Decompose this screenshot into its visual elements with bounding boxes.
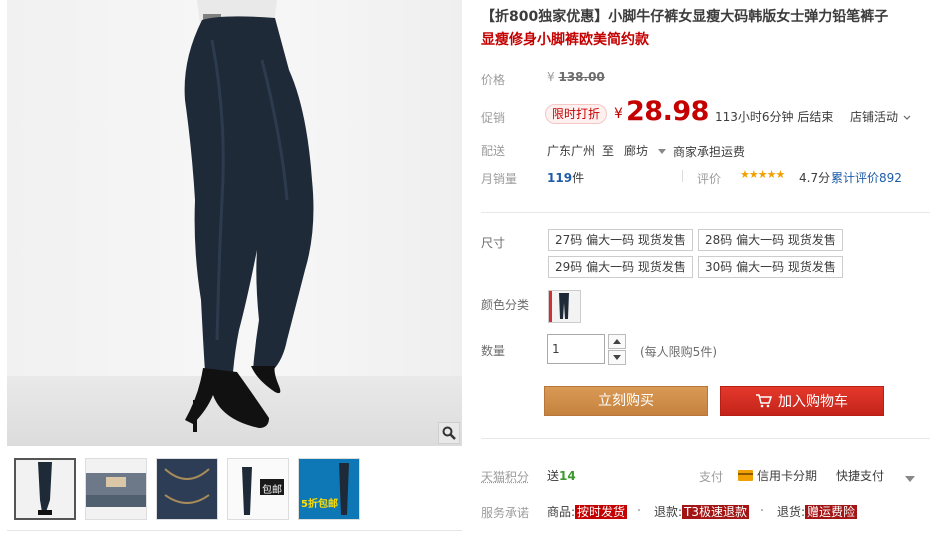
points-text: 送 xyxy=(547,469,560,483)
sales-label: 月销量 xyxy=(481,172,518,186)
refund-tag: T3极速退款 xyxy=(682,505,750,519)
service-goods: 商品: 按时发货 xyxy=(547,503,628,520)
magnifier-icon xyxy=(442,426,456,440)
pay-label: 支付 xyxy=(699,470,724,484)
thumb-4-label: 包邮 xyxy=(262,485,282,496)
add-to-cart-label: 加入购物车 xyxy=(778,394,848,410)
sales-count-row: 119件 xyxy=(547,169,584,186)
service-label: 服务承诺 xyxy=(481,506,530,520)
size-option-28[interactable]: 28码 偏大一码 现货发售 xyxy=(698,229,843,251)
product-title: 【折800独家优惠】小脚牛仔裤女显瘦大码韩版女士弹力铅笔裤子 xyxy=(481,9,889,25)
main-product-image[interactable] xyxy=(7,0,462,446)
thumb-model-icon xyxy=(38,462,52,515)
service-dot-1 xyxy=(638,509,640,511)
service-dot-2 xyxy=(761,509,763,511)
points-row: 送14 xyxy=(547,467,576,484)
points-value: 14 xyxy=(559,469,576,483)
rating-label: 评价 xyxy=(697,172,722,186)
promo-currency: ¥ xyxy=(614,106,623,122)
ship-dest: 廊坊 xyxy=(624,144,649,158)
arrow-up-icon xyxy=(613,339,621,344)
size-option-27[interactable]: 27码 偏大一码 现货发售 xyxy=(548,229,693,251)
thumb-pocket-icon xyxy=(157,459,217,519)
product-page: 包邮 5折包邮 【折800独家优惠】小脚牛仔裤女显瘦大码韩版女士弹力铅笔裤子 显… xyxy=(0,0,930,536)
payment-more-toggle[interactable] xyxy=(905,471,915,485)
original-price: ¥ 138.00 xyxy=(547,70,605,84)
original-price-value: 138.00 xyxy=(558,70,605,84)
points-divider xyxy=(481,438,930,439)
cart-icon xyxy=(756,394,772,408)
caret-down-icon xyxy=(657,149,666,154)
quantity-decrease-button[interactable] xyxy=(608,350,626,365)
ship-to-word: 至 xyxy=(602,144,615,158)
quantity-increase-button[interactable] xyxy=(608,334,626,349)
promo-price: 28.98 xyxy=(626,96,709,127)
credit-card-icon xyxy=(738,470,753,481)
buy-now-button[interactable]: 立刻购买 xyxy=(544,386,708,416)
gallery-divider xyxy=(7,530,462,531)
thumbnail-5[interactable]: 5折包邮 xyxy=(298,458,360,520)
color-swatch[interactable] xyxy=(548,290,581,323)
promo-tag: 限时打折 xyxy=(545,104,608,124)
jeans-model-illustration xyxy=(184,0,314,432)
shop-promo-dropdown[interactable]: 店铺活动 xyxy=(850,108,911,125)
promo-countdown: 113小时6分钟 后结束 xyxy=(715,110,834,124)
points-label: 天猫积分 xyxy=(481,470,530,484)
thumbnail-2[interactable] xyxy=(85,458,147,520)
info-divider xyxy=(481,212,930,213)
thumb-waistband-icon xyxy=(86,473,146,507)
review-count-link[interactable]: 累计评价892 xyxy=(831,169,902,186)
credit-label: 信用卡分期 xyxy=(757,469,818,483)
sales-unit: 件 xyxy=(572,171,585,185)
service-refund: 退款: T3极速退款 xyxy=(654,503,750,520)
rating-stars: ★★★★★ xyxy=(740,168,785,181)
thumb-5-label: 5折包邮 xyxy=(301,499,338,510)
arrow-down-icon xyxy=(613,355,621,360)
sales-count: 119 xyxy=(547,171,573,185)
thumbnail-1[interactable] xyxy=(14,458,76,520)
promo-label: 促销 xyxy=(481,111,506,125)
product-subtitle: 显瘦修身小脚裤欧美简约款 xyxy=(481,32,649,48)
ship-dest-dropdown[interactable]: 廊坊 xyxy=(624,142,666,159)
shipping-label: 配送 xyxy=(481,144,506,158)
ship-from: 广东广州 xyxy=(547,144,596,158)
rating-score: 4.7分 xyxy=(799,171,831,185)
thumb-sale-icon xyxy=(299,459,359,519)
price-label: 价格 xyxy=(481,73,506,87)
quick-pay: 快捷支付 xyxy=(836,469,885,483)
chevron-down-icon xyxy=(903,115,911,120)
jeans-swatch-icon xyxy=(549,291,569,322)
credit-installment: 信用卡分期 xyxy=(738,467,817,484)
thumbnail-3[interactable] xyxy=(156,458,218,520)
thumbnail-4[interactable]: 包邮 xyxy=(227,458,289,520)
zoom-button[interactable] xyxy=(438,422,460,444)
add-to-cart-button[interactable]: 加入购物车 xyxy=(720,386,884,416)
return-tag: 赠运费险 xyxy=(805,505,858,519)
caret-down-icon xyxy=(905,476,915,482)
size-option-30[interactable]: 30码 偏大一码 现货发售 xyxy=(698,256,843,278)
original-currency: ¥ xyxy=(547,70,555,84)
color-label: 颜色分类 xyxy=(481,298,530,312)
ship-fee: 商家承担运费 xyxy=(673,145,746,159)
quantity-limit: (每人限购5件) xyxy=(640,345,717,359)
return-label: 退货: xyxy=(777,505,806,519)
goods-label: 商品: xyxy=(547,505,576,519)
goods-tag: 按时发货 xyxy=(575,505,628,519)
quantity-label: 数量 xyxy=(481,344,506,358)
size-option-29[interactable]: 29码 偏大一码 现货发售 xyxy=(548,256,693,278)
thumbnail-strip: 包邮 5折包邮 xyxy=(14,458,360,520)
quantity-input[interactable] xyxy=(547,334,605,364)
refund-label: 退款: xyxy=(654,505,683,519)
sales-divider xyxy=(682,170,683,182)
shop-promo-label: 店铺活动 xyxy=(850,110,899,124)
size-label: 尺寸 xyxy=(481,236,506,250)
service-return: 退货: 赠运费险 xyxy=(777,503,858,520)
